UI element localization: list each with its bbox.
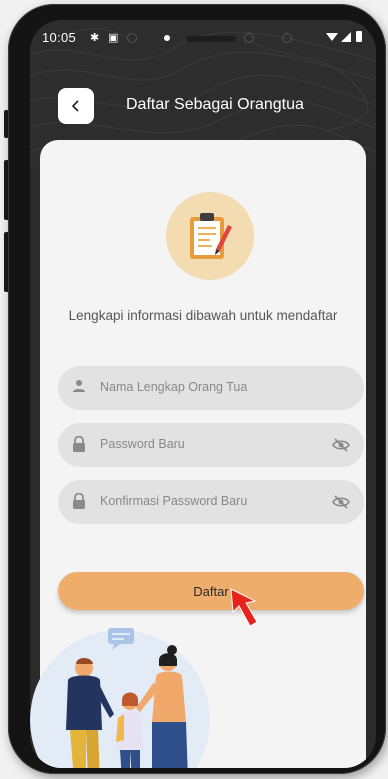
eye-off-icon[interactable]: [332, 437, 350, 453]
family-illustration: [66, 628, 188, 768]
chevron-left-icon: [71, 100, 79, 112]
new-password-placeholder: Password Baru: [100, 437, 185, 451]
signal-battery-icon: [326, 31, 362, 42]
hero-illustration: [166, 192, 254, 280]
register-button[interactable]: Daftar: [58, 572, 364, 610]
confirm-password-field[interactable]: Konfirmasi Password Baru: [58, 480, 364, 524]
notification-icon: ▣: [108, 32, 119, 44]
clipboard-icon: [190, 213, 232, 259]
phone-frame: 10:05 ✱ ▣ Daftar Sebagai Orangtua Lengka…: [8, 4, 386, 774]
page-title: Daftar Sebagai Orangtua: [126, 96, 304, 113]
sensor-dot-icon: [282, 33, 292, 43]
status-bar: 10:05 ✱ ▣: [30, 20, 376, 54]
full-name-placeholder: Nama Lengkap Orang Tua: [100, 380, 248, 394]
pointer-cursor-icon: [230, 588, 258, 627]
back-button[interactable]: [58, 88, 94, 124]
app-screen: 10:05 ✱ ▣ Daftar Sebagai Orangtua Lengka…: [30, 20, 376, 768]
registration-card: Lengkapi informasi dibawah untuk mendaft…: [30, 140, 366, 768]
sensor-dot-icon: [164, 35, 170, 41]
full-name-field[interactable]: Nama Lengkap Orang Tua: [58, 366, 364, 410]
form-subtitle: Lengkapi informasi dibawah untuk mendaft…: [68, 308, 338, 323]
status-time: 10:05: [42, 30, 77, 45]
settings-icon: ✱: [90, 32, 100, 44]
lock-icon: [73, 436, 85, 452]
eye-off-icon[interactable]: [332, 494, 350, 510]
new-password-field[interactable]: Password Baru: [58, 423, 364, 467]
person-icon: [73, 380, 85, 392]
sensor-dot-icon: [244, 33, 254, 43]
confirm-password-placeholder: Konfirmasi Password Baru: [100, 494, 248, 508]
lock-icon: [73, 493, 85, 509]
camera-dot-icon: [127, 33, 137, 43]
speaker-slot: [186, 36, 236, 42]
